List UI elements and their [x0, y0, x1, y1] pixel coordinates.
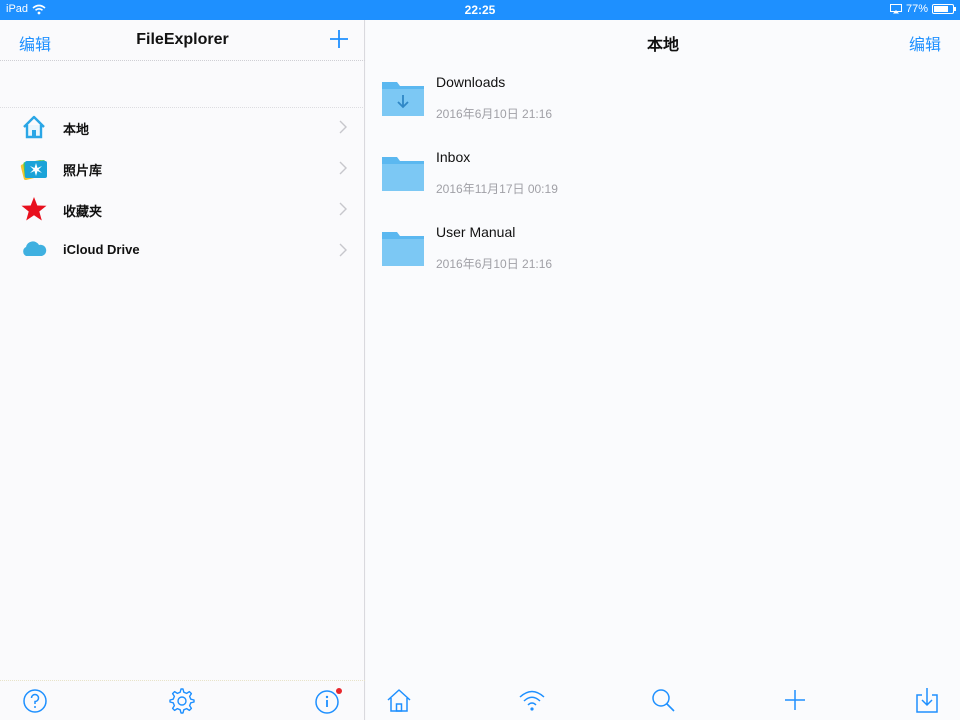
help-button[interactable]: [21, 687, 49, 715]
main-panel: 本地 编辑 Downloads 2016年6月10日 21:16 Inbox 2…: [366, 20, 960, 720]
battery-icon: [932, 4, 956, 14]
sidebar-item-label: iCloud Drive: [63, 242, 140, 257]
import-button[interactable]: [913, 686, 941, 714]
file-row-downloads[interactable]: Downloads 2016年6月10日 21:16: [366, 66, 960, 138]
file-row-inbox[interactable]: Inbox 2016年11月17日 00:19: [366, 141, 960, 213]
screen-mirror-icon: [889, 4, 902, 14]
info-icon: [315, 688, 342, 714]
plus-icon: [330, 30, 348, 48]
file-date: 2016年11月17日 00:19: [436, 182, 558, 196]
chevron-right-icon: [338, 160, 348, 176]
sidebar-item-label: 本地: [63, 122, 90, 137]
downloads-folder-icon: [381, 78, 425, 118]
page-title: 本地: [646, 37, 679, 54]
app-title: FileExplorer: [136, 31, 229, 48]
file-date: 2016年6月10日 21:16: [436, 257, 553, 271]
chevron-right-icon: [338, 201, 348, 217]
search-icon: [652, 689, 675, 712]
add-button[interactable]: [327, 26, 351, 52]
notification-badge: [336, 688, 342, 694]
star-icon: [20, 195, 48, 223]
main-toolbar: [366, 680, 960, 720]
settings-button[interactable]: [168, 687, 196, 715]
sidebar-item-favorites[interactable]: 收藏夹: [0, 189, 365, 229]
chevron-right-icon: [338, 242, 348, 258]
sidebar-item-photos[interactable]: 照片库: [0, 148, 365, 188]
wifi-transfer-button[interactable]: [518, 686, 546, 714]
help-icon: [23, 689, 47, 713]
add-file-button[interactable]: [781, 686, 809, 714]
home-button[interactable]: [385, 686, 413, 714]
sidebar-item-local[interactable]: 本地: [0, 107, 365, 147]
photos-icon: [20, 154, 48, 182]
wifi-icon: [519, 690, 545, 711]
cloud-icon: [20, 236, 48, 264]
sidebar-toolbar: [0, 680, 365, 720]
status-bar: iPad 22:25 77%: [0, 0, 960, 20]
folder-icon: [381, 228, 425, 268]
info-button[interactable]: [314, 687, 342, 715]
battery-percent: 77%: [905, 3, 928, 15]
file-name: Inbox: [436, 149, 471, 165]
file-name: Downloads: [436, 74, 506, 90]
search-button[interactable]: [649, 686, 677, 714]
sidebar-item-label: 照片库: [63, 163, 103, 178]
add-icon: [785, 690, 805, 710]
main-edit-button[interactable]: 编辑: [909, 31, 941, 55]
sidebar: 编辑 FileExplorer 本地 照片库 收藏夹 iCloud Drive: [0, 20, 365, 720]
home-icon: [20, 113, 48, 141]
sidebar-item-icloud-drive[interactable]: iCloud Drive: [0, 230, 365, 270]
divider: [0, 60, 365, 61]
folder-icon: [381, 153, 425, 193]
main-header: 本地 编辑: [366, 20, 960, 60]
home-icon: [387, 689, 411, 712]
sidebar-header: 编辑 FileExplorer: [0, 20, 365, 60]
file-name: User Manual: [436, 224, 516, 240]
sidebar-item-label: 收藏夹: [63, 204, 103, 219]
settings-gear-icon: [169, 688, 195, 714]
file-date: 2016年6月10日 21:16: [436, 107, 553, 121]
status-time: 22:25: [464, 3, 496, 17]
file-row-user-manual[interactable]: User Manual 2016年6月10日 21:16: [366, 216, 960, 288]
import-icon: [916, 688, 938, 713]
chevron-right-icon: [338, 119, 348, 135]
